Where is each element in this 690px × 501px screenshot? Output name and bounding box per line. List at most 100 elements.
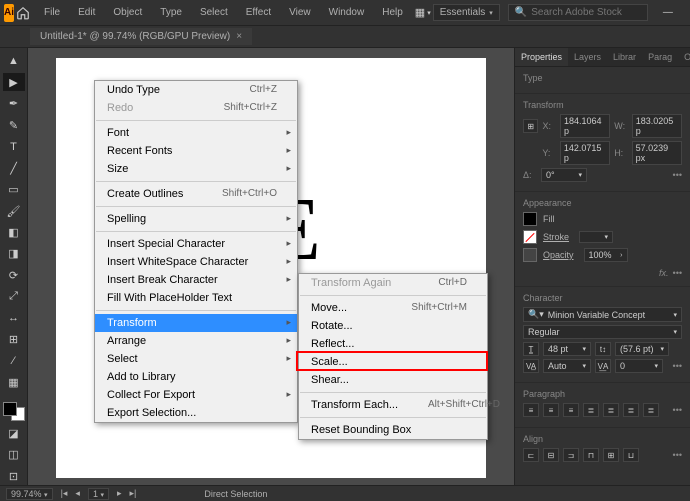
more-options-icon[interactable]: ••• bbox=[673, 450, 682, 460]
ctx-create-outlines[interactable]: Create OutlinesShift+Ctrl+O bbox=[95, 185, 297, 203]
ctx-recent-fonts[interactable]: Recent Fonts bbox=[95, 142, 297, 160]
artboard-nav-first[interactable]: |◂ bbox=[61, 488, 68, 499]
font-size-field[interactable]: 48 pt▾ bbox=[543, 342, 591, 356]
document-tab[interactable]: Untitled-1* @ 99.74% (RGB/GPU Preview) × bbox=[30, 28, 252, 45]
fx-button[interactable]: fx. bbox=[659, 268, 669, 278]
ctx-sub-reflect-[interactable]: Reflect... bbox=[299, 335, 487, 353]
rotate-tool[interactable]: ⟳ bbox=[3, 267, 25, 284]
justify-center-icon[interactable]: ≣ bbox=[603, 403, 619, 417]
ctx-fill-with-placeholder-text[interactable]: Fill With PlaceHolder Text bbox=[95, 289, 297, 307]
halign-center-icon[interactable]: ⊟ bbox=[543, 448, 559, 462]
minimize-button[interactable]: — bbox=[656, 4, 680, 22]
menu-effect[interactable]: Effect bbox=[242, 5, 275, 20]
scale-tool[interactable]: ⤢ bbox=[3, 288, 25, 305]
ctx-sub-scale-[interactable]: Scale... bbox=[299, 353, 487, 371]
fill-color-swatch[interactable] bbox=[523, 212, 537, 226]
kerning-field[interactable]: Auto▾ bbox=[543, 359, 591, 373]
more-options-icon[interactable]: ••• bbox=[673, 170, 682, 180]
type-tool[interactable]: T bbox=[3, 138, 25, 155]
y-field[interactable]: 142.0715 p bbox=[560, 141, 610, 165]
justify-right-icon[interactable]: ≣ bbox=[623, 403, 639, 417]
halign-left-icon[interactable]: ⊏ bbox=[523, 448, 539, 462]
ctx-insert-whitespace-character[interactable]: Insert WhiteSpace Character bbox=[95, 253, 297, 271]
stroke-weight-field[interactable]: ▾ bbox=[579, 231, 613, 243]
ctx-add-to-library[interactable]: Add to Library bbox=[95, 368, 297, 386]
draw-mode-icon[interactable]: ◫ bbox=[3, 446, 25, 463]
more-options-icon[interactable]: ••• bbox=[673, 361, 682, 371]
ctx-sub-reset-bounding-box[interactable]: Reset Bounding Box bbox=[299, 421, 487, 439]
fill-swatch[interactable] bbox=[3, 402, 17, 416]
workspace-switcher[interactable]: Essentials ▾ bbox=[433, 4, 500, 21]
tab-opentype[interactable]: Open bbox=[678, 48, 690, 66]
tab-paragraph[interactable]: Parag bbox=[642, 48, 678, 66]
fill-stroke-swatch[interactable] bbox=[3, 402, 25, 421]
ctx-export-selection-[interactable]: Export Selection... bbox=[95, 404, 297, 422]
menu-type[interactable]: Type bbox=[156, 5, 186, 20]
ctx-font[interactable]: Font bbox=[95, 124, 297, 142]
ctx-select[interactable]: Select bbox=[95, 350, 297, 368]
artboard-nav-prev[interactable]: ◂ bbox=[75, 488, 80, 499]
ctx-spelling[interactable]: Spelling bbox=[95, 210, 297, 228]
ctx-sub-shear-[interactable]: Shear... bbox=[299, 371, 487, 389]
more-options-icon[interactable]: ••• bbox=[673, 405, 682, 415]
rectangle-tool[interactable]: ▭ bbox=[3, 181, 25, 198]
valign-bottom-icon[interactable]: ⊔ bbox=[623, 448, 639, 462]
opacity-swatch[interactable] bbox=[523, 248, 537, 262]
paintbrush-tool[interactable]: 🖌 bbox=[3, 202, 25, 219]
eyedropper-tool[interactable]: ⁄ bbox=[3, 353, 25, 370]
reference-point-icon[interactable]: ⊞ bbox=[523, 119, 538, 133]
ctx-undo-type[interactable]: Undo TypeCtrl+Z bbox=[95, 81, 297, 99]
artboard-nav-last[interactable]: ▸| bbox=[130, 488, 137, 499]
artboard-nav-next[interactable]: ▸ bbox=[117, 488, 122, 499]
close-tab-icon[interactable]: × bbox=[236, 31, 242, 42]
x-field[interactable]: 184.1064 p bbox=[560, 114, 610, 138]
search-input[interactable] bbox=[531, 7, 641, 18]
ctx-redo[interactable]: RedoShift+Ctrl+Z bbox=[95, 99, 297, 117]
stroke-color-swatch[interactable] bbox=[523, 230, 537, 244]
free-transform-tool[interactable]: ⊞ bbox=[3, 331, 25, 348]
curvature-tool[interactable]: ✎ bbox=[3, 116, 25, 133]
width-tool[interactable]: ↔ bbox=[3, 310, 25, 327]
home-icon[interactable] bbox=[16, 4, 30, 22]
ctx-sub-move-[interactable]: Move...Shift+Ctrl+M bbox=[299, 299, 487, 317]
ctx-collect-for-export[interactable]: Collect For Export bbox=[95, 386, 297, 404]
leading-field[interactable]: (57.6 pt)▾ bbox=[615, 342, 669, 356]
ctx-insert-special-character[interactable]: Insert Special Character bbox=[95, 235, 297, 253]
ctx-sub-transform-each-[interactable]: Transform Each...Alt+Shift+Ctrl+D bbox=[299, 396, 487, 414]
align-left-icon[interactable]: ≡ bbox=[523, 403, 539, 417]
ctx-insert-break-character[interactable]: Insert Break Character bbox=[95, 271, 297, 289]
pen-tool[interactable]: ✒ bbox=[3, 95, 25, 112]
more-options-icon[interactable]: ••• bbox=[673, 268, 682, 278]
ctx-sub-rotate-[interactable]: Rotate... bbox=[299, 317, 487, 335]
ctx-sub-transform-again[interactable]: Transform AgainCtrl+D bbox=[299, 274, 487, 292]
menu-edit[interactable]: Edit bbox=[74, 5, 99, 20]
align-center-icon[interactable]: ≡ bbox=[543, 403, 559, 417]
menu-window[interactable]: Window bbox=[325, 5, 369, 20]
font-style-field[interactable]: Regular▾ bbox=[523, 325, 682, 339]
menu-help[interactable]: Help bbox=[378, 5, 407, 20]
tab-layers[interactable]: Layers bbox=[568, 48, 607, 66]
justify-left-icon[interactable]: ≣ bbox=[583, 403, 599, 417]
screen-mode-icon[interactable]: ⊡ bbox=[3, 468, 25, 485]
menu-view[interactable]: View bbox=[285, 5, 315, 20]
tab-libraries[interactable]: Librar bbox=[607, 48, 642, 66]
color-mode-icon[interactable]: ◪ bbox=[3, 425, 25, 442]
app-logo[interactable]: Ai bbox=[4, 4, 14, 22]
halign-right-icon[interactable]: ⊐ bbox=[563, 448, 579, 462]
gradient-tool[interactable]: ▦ bbox=[3, 374, 25, 391]
ctx-size[interactable]: Size bbox=[95, 160, 297, 178]
valign-middle-icon[interactable]: ⊞ bbox=[603, 448, 619, 462]
menu-select[interactable]: Select bbox=[196, 5, 232, 20]
opacity-field[interactable]: 100%› bbox=[584, 248, 628, 262]
tracking-field[interactable]: 0▾ bbox=[615, 359, 663, 373]
angle-field[interactable]: 0°▾ bbox=[541, 168, 587, 182]
tab-properties[interactable]: Properties bbox=[515, 48, 568, 66]
zoom-field[interactable]: 99.74% ▾ bbox=[6, 488, 53, 500]
font-family-field[interactable]: 🔍▾Minion Variable Concept▾ bbox=[523, 307, 682, 322]
maximize-button[interactable]: ☐ bbox=[682, 4, 690, 22]
menu-object[interactable]: Object bbox=[109, 5, 146, 20]
valign-top-icon[interactable]: ⊓ bbox=[583, 448, 599, 462]
align-right-icon[interactable]: ≡ bbox=[563, 403, 579, 417]
arrange-docs-icon[interactable]: ▦▾ bbox=[415, 3, 431, 23]
ctx-transform[interactable]: Transform bbox=[95, 314, 297, 332]
